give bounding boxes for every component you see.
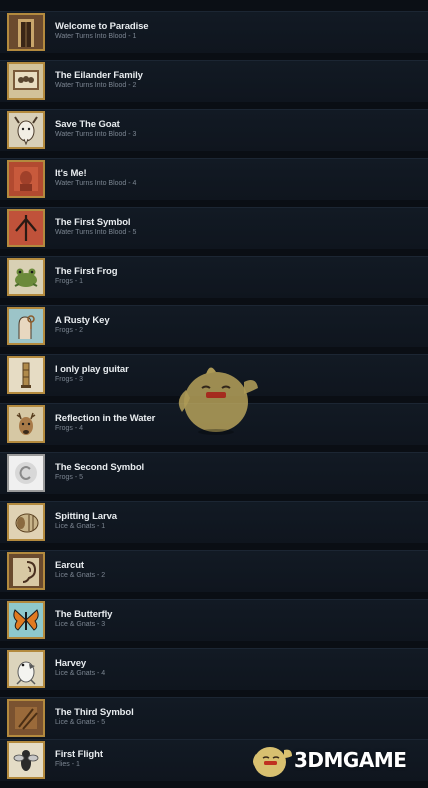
swirl-symbol-icon [7, 454, 45, 492]
red-portrait-icon [7, 160, 45, 198]
tower-icon [7, 356, 45, 394]
achievement-row[interactable]: The Eilander Family Water Turns Into Blo… [0, 60, 428, 109]
achievement-title: The Third Symbol [55, 707, 134, 718]
butterfly-icon [7, 601, 45, 639]
achievement-title: Earcut [55, 560, 84, 571]
watermark-text: 3DMGAME [294, 748, 407, 772]
hand-key-icon [7, 307, 45, 345]
achievement-subtitle: Frogs - 2 [55, 327, 84, 334]
achievement-subtitle: Water Turns Into Blood - 2 [55, 82, 137, 89]
achievement-subtitle: Flies - 1 [55, 761, 80, 768]
doorway-icon [7, 13, 45, 51]
achievement-subtitle: Lice & Gnats - 3 [55, 621, 106, 628]
symbol-icon [7, 209, 45, 247]
achievement-title: First Flight [55, 749, 103, 760]
achievement-row[interactable]: A Rusty Key Frogs - 2 [0, 305, 428, 354]
parrot-icon [7, 650, 45, 688]
achievement-row[interactable]: The Third Symbol Lice & Gnats - 5 [0, 697, 428, 746]
achievement-title: Welcome to Paradise [55, 21, 149, 32]
achievement-title: Harvey [55, 658, 87, 669]
achievement-title: The First Frog [55, 266, 118, 277]
achievement-subtitle: Lice & Gnats - 2 [55, 572, 106, 579]
achievement-subtitle: Water Turns Into Blood - 5 [55, 229, 137, 236]
deer-icon [7, 405, 45, 443]
goat-icon [7, 111, 45, 149]
achievement-subtitle: Lice & Gnats - 5 [55, 719, 106, 726]
achievement-subtitle: Frogs - 3 [55, 376, 84, 383]
achievement-row[interactable]: Spitting Larva Lice & Gnats - 1 [0, 501, 428, 550]
ear-icon [7, 552, 45, 590]
achievement-subtitle: Water Turns Into Blood - 4 [55, 180, 137, 187]
fly-icon [7, 741, 45, 779]
achievement-row[interactable]: Save The Goat Water Turns Into Blood - 3 [0, 109, 428, 158]
achievement-subtitle: Frogs - 1 [55, 278, 84, 285]
family-portrait-icon [7, 62, 45, 100]
achievement-title: Spitting Larva [55, 511, 117, 522]
achievement-title: The Eilander Family [55, 70, 143, 81]
achievement-subtitle: Water Turns Into Blood - 3 [55, 131, 137, 138]
achievement-subtitle: Lice & Gnats - 4 [55, 670, 106, 677]
achievement-title: I only play guitar [55, 364, 129, 375]
achievement-row[interactable]: The First Symbol Water Turns Into Blood … [0, 207, 428, 256]
achievement-title: Reflection in the Water [55, 413, 156, 424]
achievement-subtitle: Frogs - 5 [55, 474, 84, 481]
achievement-row[interactable]: The Second Symbol Frogs - 5 [0, 452, 428, 501]
achievement-title: The Butterfly [55, 609, 113, 620]
achievement-row[interactable]: Harvey Lice & Gnats - 4 [0, 648, 428, 697]
achievement-title: The Second Symbol [55, 462, 145, 473]
achievement-subtitle: Lice & Gnats - 1 [55, 523, 106, 530]
mascot-watermark-icon [166, 352, 262, 436]
achievement-title: Save The Goat [55, 119, 120, 130]
achievement-row[interactable]: The Butterfly Lice & Gnats - 3 [0, 599, 428, 648]
frog-icon [7, 258, 45, 296]
watermark-logo-icon [248, 736, 294, 780]
achievement-subtitle: Water Turns Into Blood - 1 [55, 33, 137, 40]
achievement-row[interactable]: Earcut Lice & Gnats - 2 [0, 550, 428, 599]
achievement-title: It's Me! [55, 168, 87, 179]
achievement-subtitle: Frogs - 4 [55, 425, 84, 432]
achievement-row[interactable]: It's Me! Water Turns Into Blood - 4 [0, 158, 428, 207]
achievement-title: A Rusty Key [55, 315, 110, 326]
watermark: 3DMGAME [248, 736, 424, 780]
larva-icon [7, 503, 45, 541]
wood-symbol-icon [7, 699, 45, 737]
achievement-row[interactable]: Welcome to Paradise Water Turns Into Blo… [0, 11, 428, 60]
achievement-row[interactable]: The First Frog Frogs - 1 [0, 256, 428, 305]
achievement-title: The First Symbol [55, 217, 131, 228]
